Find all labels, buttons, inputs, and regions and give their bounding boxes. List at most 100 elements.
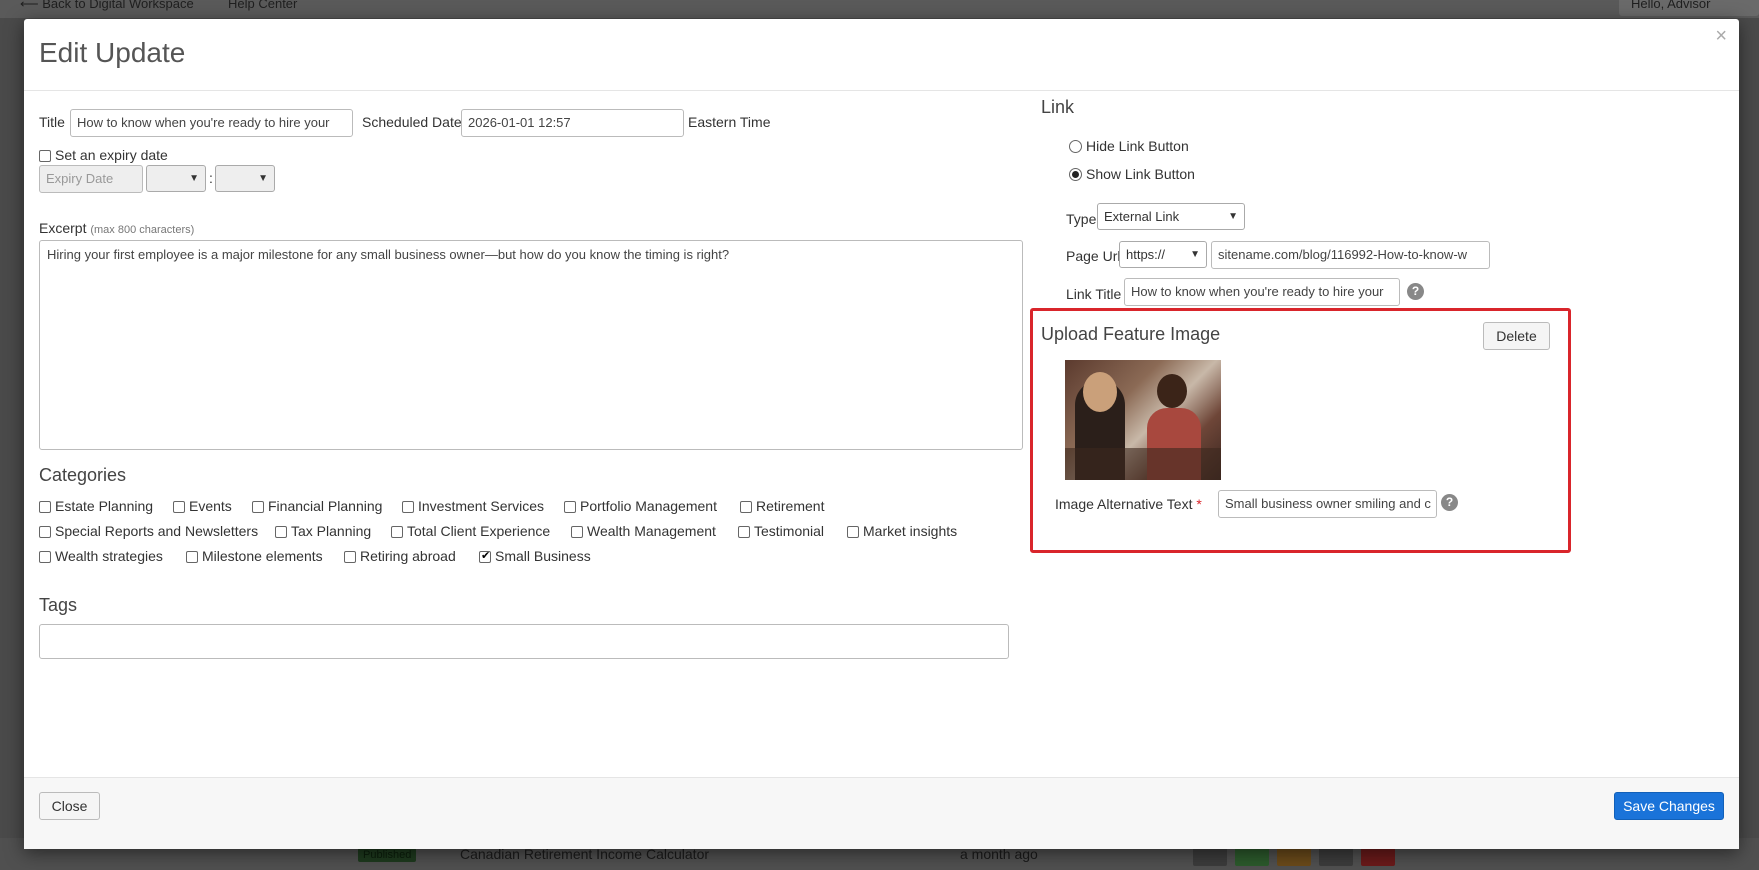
- category-portfolio-management[interactable]: Portfolio Management: [564, 498, 717, 514]
- link-heading: Link: [1041, 97, 1075, 117]
- excerpt-label: Excerpt: [39, 220, 87, 236]
- alt-text-input[interactable]: Small business owner smiling and c: [1218, 490, 1437, 518]
- excerpt-hint: (max 800 characters): [90, 224, 195, 236]
- category-tax-planning[interactable]: Tax Planning: [275, 523, 371, 539]
- modal-title: Edit Update: [39, 37, 186, 68]
- close-icon[interactable]: ×: [1715, 25, 1727, 48]
- category-checkbox[interactable]: [275, 526, 287, 538]
- edit-update-modal: Edit Update × Title How to know when you…: [24, 19, 1739, 849]
- type-select-value: External Link: [1104, 209, 1180, 224]
- category-wealth-strategies[interactable]: Wealth strategies: [39, 548, 163, 564]
- category-checkbox[interactable]: [391, 526, 403, 538]
- category-label: Market insights: [863, 523, 958, 539]
- scheduled-date-input[interactable]: 2026-01-01 12:57: [461, 109, 684, 137]
- close-button[interactable]: Close: [39, 792, 100, 820]
- category-label: Wealth Management: [587, 523, 716, 539]
- alt-text-label-row: Image Alternative Text *: [1055, 496, 1202, 512]
- expiry-date-input[interactable]: Expiry Date: [39, 165, 143, 193]
- scheduled-date-label: Scheduled Date: [362, 114, 462, 130]
- category-label: Financial Planning: [268, 498, 383, 514]
- expiry-checkbox-label: Set an expiry date: [55, 147, 168, 163]
- category-label: Retirement: [756, 498, 825, 514]
- page-url-label: Page Url: [1066, 248, 1121, 264]
- category-label: Milestone elements: [202, 548, 323, 564]
- category-label: Retiring abroad: [360, 548, 456, 564]
- chevron-down-icon: ▼: [189, 173, 199, 184]
- hide-link-option[interactable]: Hide Link Button: [1069, 138, 1189, 154]
- category-checkbox-checked[interactable]: [479, 549, 491, 563]
- help-center-link: Help Center: [228, 0, 298, 11]
- type-select[interactable]: External Link ▼: [1097, 203, 1245, 230]
- category-checkbox[interactable]: [39, 551, 51, 563]
- tags-heading: Tags: [39, 595, 78, 615]
- category-label: Investment Services: [418, 498, 545, 514]
- tags-input[interactable]: [39, 624, 1009, 659]
- category-checkbox[interactable]: [571, 526, 583, 538]
- hide-link-radio[interactable]: [1069, 140, 1082, 153]
- category-label: Estate Planning: [55, 498, 154, 514]
- background-topbar: ⟵ Back to Digital Workspace Help Center …: [0, 0, 1759, 18]
- category-special-reports[interactable]: Special Reports and Newsletters: [39, 523, 258, 539]
- show-link-option[interactable]: Show Link Button: [1069, 166, 1195, 182]
- category-total-client-experience[interactable]: Total Client Experience: [391, 523, 550, 539]
- category-events[interactable]: Events: [173, 498, 232, 514]
- category-label: Special Reports and Newsletters: [55, 523, 259, 539]
- required-marker: *: [1196, 496, 1202, 512]
- chevron-down-icon: ▼: [1190, 249, 1200, 260]
- category-small-business[interactable]: Small Business: [479, 548, 591, 564]
- category-wealth-management[interactable]: Wealth Management: [571, 523, 716, 539]
- category-checkbox[interactable]: [402, 501, 414, 513]
- feature-image-thumbnail: [1065, 360, 1221, 480]
- expiry-checkbox-row[interactable]: Set an expiry date: [39, 147, 168, 163]
- category-checkbox[interactable]: [740, 501, 752, 513]
- category-label: Tax Planning: [291, 523, 372, 539]
- category-label: Total Client Experience: [407, 523, 551, 539]
- category-milestone-elements[interactable]: Milestone elements: [186, 548, 323, 564]
- category-checkbox[interactable]: [173, 501, 185, 513]
- category-label: Testimonial: [754, 523, 825, 539]
- show-link-radio[interactable]: [1069, 168, 1082, 181]
- protocol-select-value: https://: [1126, 247, 1166, 262]
- category-estate-planning[interactable]: Estate Planning: [39, 498, 153, 514]
- modal-footer: Close Save Changes: [24, 777, 1739, 849]
- feature-image-panel: Upload Feature Image Delete Image Altern…: [1030, 308, 1571, 553]
- category-checkbox[interactable]: [186, 551, 198, 563]
- title-input[interactable]: How to know when you're ready to hire yo…: [70, 109, 353, 137]
- timezone-label: Eastern Time: [688, 114, 771, 130]
- category-retiring-abroad[interactable]: Retiring abroad: [344, 548, 456, 564]
- category-checkbox[interactable]: [847, 526, 859, 538]
- category-label: Small Business: [495, 548, 591, 564]
- expiry-minute-select[interactable]: ▼: [215, 165, 275, 192]
- category-checkbox[interactable]: [738, 526, 750, 538]
- expiry-hour-select[interactable]: ▼: [146, 165, 206, 192]
- category-label: Events: [189, 498, 232, 514]
- back-to-workspace-link: ⟵ Back to Digital Workspace: [20, 0, 194, 11]
- category-investment-services[interactable]: Investment Services: [402, 498, 544, 514]
- excerpt-label-row: Excerpt (max 800 characters): [39, 220, 194, 236]
- save-changes-button[interactable]: Save Changes: [1614, 792, 1724, 820]
- link-title-input[interactable]: How to know when you're ready to hire yo…: [1124, 278, 1400, 306]
- alt-text-label: Image Alternative Text: [1055, 496, 1193, 512]
- link-title-label: Link Title: [1066, 286, 1122, 302]
- protocol-select[interactable]: https:// ▼: [1119, 241, 1207, 268]
- excerpt-textarea[interactable]: Hiring your first employee is a major mi…: [39, 240, 1023, 450]
- modal-header: Edit Update ×: [24, 19, 1739, 91]
- category-retirement[interactable]: Retirement: [740, 498, 824, 514]
- expiry-checkbox[interactable]: [39, 150, 51, 162]
- page-url-input[interactable]: sitename.com/blog/116992-How-to-know-w: [1211, 241, 1490, 269]
- delete-image-button[interactable]: Delete: [1483, 322, 1550, 350]
- category-checkbox[interactable]: [39, 501, 51, 513]
- chevron-down-icon: ▼: [258, 173, 268, 184]
- category-financial-planning[interactable]: Financial Planning: [252, 498, 382, 514]
- category-testimonial[interactable]: Testimonial: [738, 523, 824, 539]
- category-checkbox[interactable]: [39, 526, 51, 538]
- show-link-label: Show Link Button: [1086, 166, 1195, 182]
- category-label: Portfolio Management: [580, 498, 717, 514]
- category-market-insights[interactable]: Market insights: [847, 523, 957, 539]
- category-checkbox[interactable]: [252, 501, 264, 513]
- link-title-help-icon[interactable]: ?: [1407, 283, 1424, 300]
- time-separator: :: [209, 170, 213, 186]
- alt-text-help-icon[interactable]: ?: [1441, 494, 1458, 511]
- category-checkbox[interactable]: [344, 551, 356, 563]
- category-checkbox[interactable]: [564, 501, 576, 513]
